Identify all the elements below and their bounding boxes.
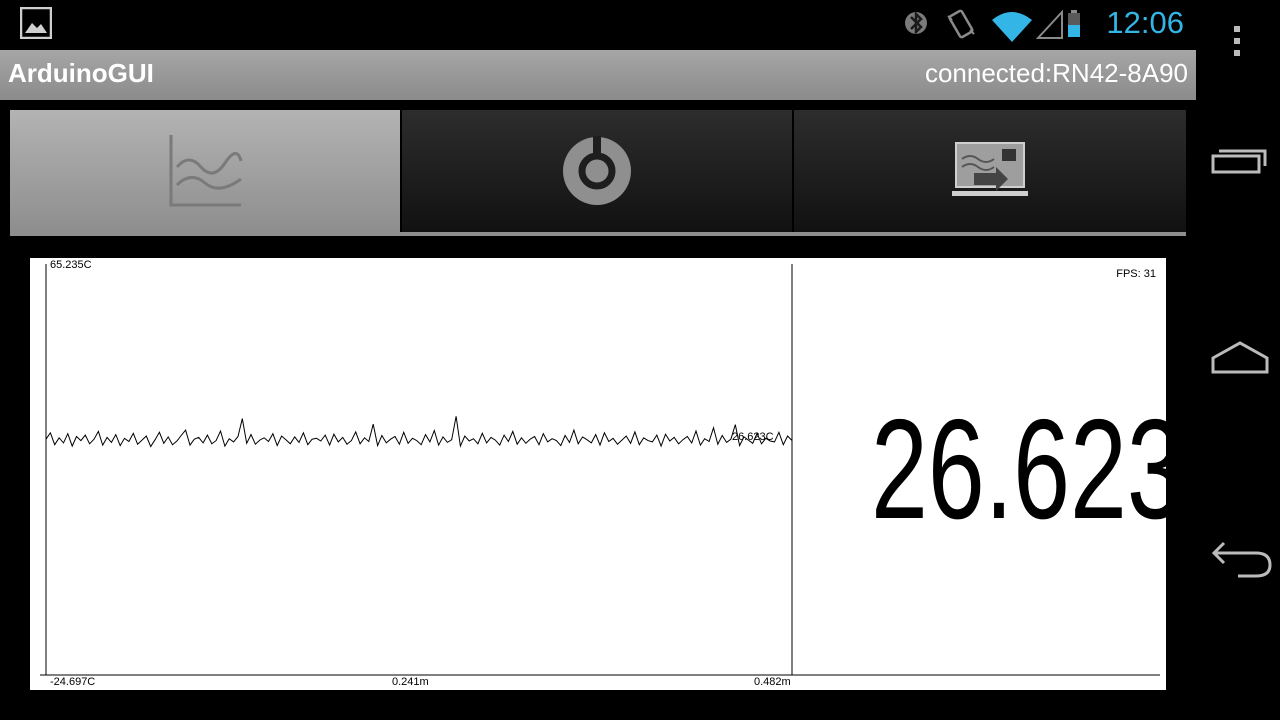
temperature-series-line	[45, 416, 793, 448]
battery-icon	[1068, 10, 1080, 37]
tab-graph[interactable]	[10, 110, 400, 232]
terminal-icon	[952, 142, 1028, 196]
vibrate-icon	[947, 9, 975, 39]
overflow-menu-icon[interactable]	[1232, 24, 1242, 58]
clock: 12:06	[1106, 5, 1184, 40]
x-tick-label: 0.482m	[754, 676, 791, 688]
dial-icon	[563, 136, 631, 205]
fps-counter: FPS: 31	[1116, 268, 1156, 280]
graph-icon	[169, 135, 243, 207]
action-bar: ArduinoGUI connected:RN42-8A90	[0, 50, 1196, 100]
tab-bar	[10, 110, 1186, 236]
back-icon[interactable]	[1210, 538, 1274, 580]
bluetooth-icon	[905, 10, 927, 36]
tab-indicator	[10, 232, 1186, 236]
status-bar: 12:06	[0, 0, 1196, 48]
y-max-label: 65.235C	[50, 259, 92, 271]
wifi-icon	[992, 12, 1032, 42]
cell-signal-icon	[1035, 9, 1063, 39]
plot-panel: 65.235C -24.697C 0.241m 0.482m 26.623C F…	[30, 258, 1258, 690]
home-icon[interactable]	[1210, 338, 1270, 378]
current-temperature-readout: 26.623C	[871, 390, 1258, 549]
recent-apps-icon[interactable]	[1210, 142, 1270, 178]
tab-dial[interactable]	[402, 110, 792, 232]
connection-status: connected:RN42-8A90	[924, 58, 1188, 88]
tab-terminal[interactable]	[794, 110, 1186, 232]
y-min-label: -24.697C	[50, 676, 95, 688]
app-title: ArduinoGUI	[8, 58, 154, 88]
image-notification-icon	[20, 7, 52, 39]
status-icons	[905, 9, 1080, 42]
navigation-bar	[1196, 0, 1280, 720]
x-tick-label: 0.241m	[392, 676, 429, 688]
